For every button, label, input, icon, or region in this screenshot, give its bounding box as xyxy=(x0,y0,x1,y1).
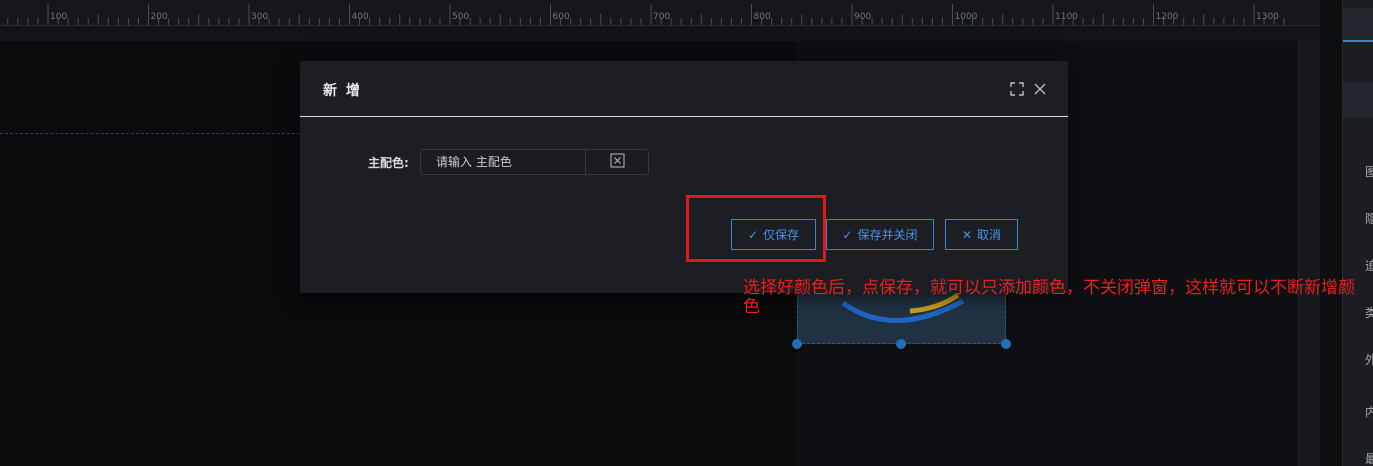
top-ruler: 100 200 300 400 500 600 700 800 900 1000 1100 1200 1… xyxy=(0,0,1320,26)
cancel-label: 取消 xyxy=(977,228,1002,242)
ruler-label: 700 xyxy=(653,12,671,22)
close-icon[interactable] xyxy=(1032,81,1048,97)
panel-tab-1[interactable] xyxy=(1343,8,1373,42)
primary-color-field xyxy=(420,149,649,175)
check-icon: ✓ xyxy=(842,227,853,242)
ruler-label: 100 xyxy=(50,12,68,22)
dialog-title: 新 增 xyxy=(323,83,362,99)
panel-label-6: 最 xyxy=(1365,452,1373,466)
panel-label-5: 内 xyxy=(1365,405,1373,419)
panel-label-2: 追 xyxy=(1365,259,1373,273)
color-picker-trigger[interactable] xyxy=(585,150,648,174)
panel-tab-2[interactable] xyxy=(1343,83,1373,117)
ruler-label: 200 xyxy=(150,12,168,22)
ruler-label: 900 xyxy=(854,12,872,22)
save-and-close-label: 保存并关闭 xyxy=(857,228,918,242)
panel-label-1: 隐 xyxy=(1365,212,1373,226)
ruler-label: 1300 xyxy=(1256,12,1279,22)
ruler-label: 600 xyxy=(552,12,570,22)
properties-panel: 图 隐 追 类 外 内 最 xyxy=(1342,0,1373,466)
resize-handle-bl[interactable] xyxy=(792,339,802,349)
dialog-header: 新 增 xyxy=(300,61,1068,117)
highlight-box xyxy=(686,195,826,262)
add-dialog: 新 增 主配色: 请输入 主配色 ✓ 仅保存 ✓ 保存并关闭 ✕ 取消 xyxy=(300,61,1068,293)
ruler-strip xyxy=(0,26,1320,41)
right-ruler xyxy=(1298,41,1320,466)
x-icon: ✕ xyxy=(961,227,973,242)
panel-label-4: 外 xyxy=(1365,353,1373,367)
ruler-label: 1200 xyxy=(1155,12,1179,22)
cancel-button[interactable]: ✕ 取消 xyxy=(945,219,1018,250)
ruler-label: 800 xyxy=(753,12,771,22)
ruler-label: 300 xyxy=(251,12,269,22)
resize-handle-br[interactable] xyxy=(1001,339,1011,349)
panel-label-0: 图 xyxy=(1365,165,1373,179)
editor-stage: 100 200 300 400 500 600 700 800 900 1000 1100 1200 1… xyxy=(0,0,1373,466)
ruler-label: 500 xyxy=(452,12,470,22)
primary-color-label: 主配色: xyxy=(368,156,409,170)
save-and-close-button[interactable]: ✓ 保存并关闭 xyxy=(826,219,934,250)
clear-box-icon xyxy=(610,153,625,172)
ruler-label: 1100 xyxy=(1055,12,1078,22)
annotation-text: 选择好颜色后，点保存，就可以只添加颜色，不关闭弹窗，这样就可以不断新增颜色 xyxy=(743,278,1355,317)
panel-gap xyxy=(1320,0,1342,466)
fullscreen-icon[interactable] xyxy=(1009,81,1025,97)
resize-handle-bottom[interactable] xyxy=(896,339,906,349)
ruler-label: 400 xyxy=(351,12,369,22)
canvas-guide-line xyxy=(0,133,300,134)
primary-color-input[interactable] xyxy=(421,150,585,174)
ruler-label: 1000 xyxy=(954,12,978,22)
